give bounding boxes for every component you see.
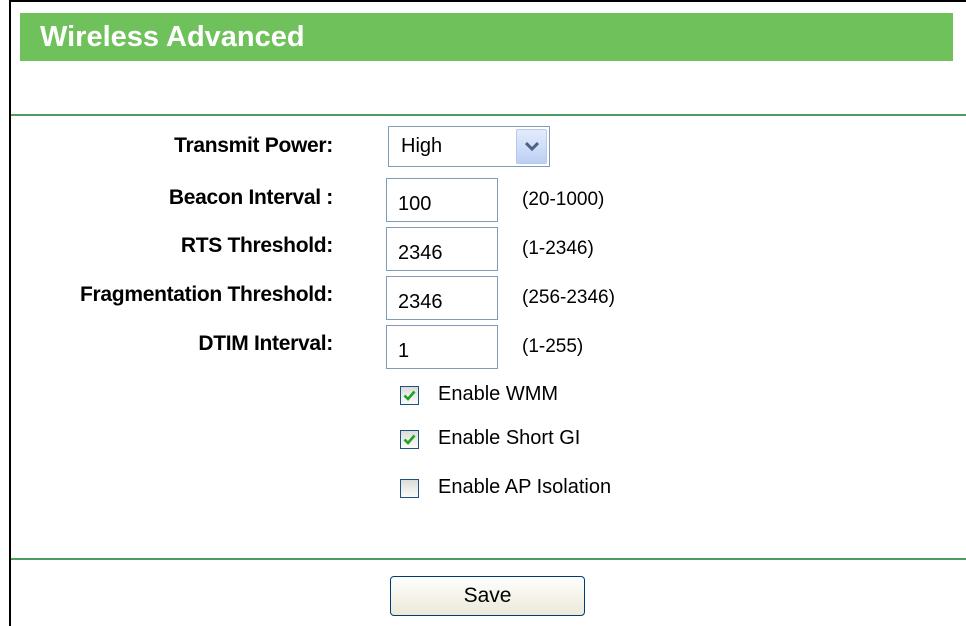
- beacon-interval-range: (20-1000): [522, 189, 605, 210]
- fragmentation-threshold-input[interactable]: [386, 276, 498, 320]
- enable-ap-isolation-label[interactable]: Enable AP Isolation: [438, 476, 611, 499]
- beacon-interval-input[interactable]: [386, 178, 498, 222]
- top-divider: [11, 114, 966, 116]
- enable-wmm-checkbox[interactable]: [400, 386, 419, 405]
- rts-threshold-label: RTS Threshold:: [180, 234, 333, 257]
- page-title: Wireless Advanced: [20, 13, 953, 61]
- dtim-interval-label: DTIM Interval:: [198, 332, 333, 355]
- save-button[interactable]: Save: [390, 576, 585, 616]
- enable-short-gi-checkbox[interactable]: [400, 430, 419, 449]
- beacon-interval-label: Beacon Interval :: [168, 186, 333, 209]
- enable-short-gi-label[interactable]: Enable Short GI: [438, 427, 580, 450]
- dtim-interval-input[interactable]: [386, 325, 498, 369]
- bottom-divider: [11, 558, 966, 560]
- enable-ap-isolation-checkbox[interactable]: [400, 479, 419, 498]
- fragmentation-threshold-range: (256-2346): [522, 287, 615, 308]
- fragmentation-threshold-label: Fragmentation Threshold:: [80, 283, 333, 306]
- dtim-interval-range: (1-255): [522, 336, 584, 357]
- transmit-power-label: Transmit Power:: [174, 134, 333, 157]
- transmit-power-select[interactable]: High: [388, 126, 550, 167]
- rts-threshold-range: (1-2346): [522, 238, 594, 259]
- chevron-down-icon[interactable]: [516, 129, 547, 164]
- enable-wmm-label[interactable]: Enable WMM: [438, 383, 558, 406]
- rts-threshold-input[interactable]: [386, 227, 498, 271]
- transmit-power-value: High: [401, 135, 443, 157]
